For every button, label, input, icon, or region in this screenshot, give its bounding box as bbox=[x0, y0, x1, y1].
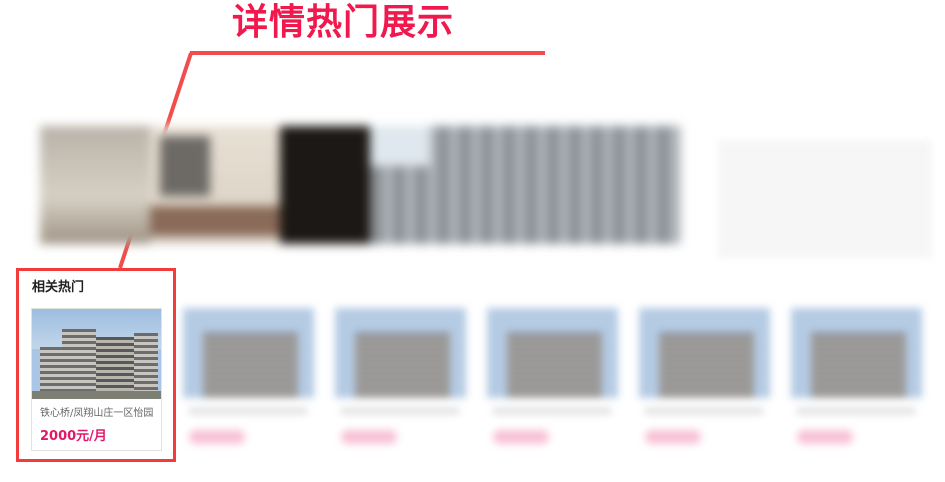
listing-address[interactable]: 铁心桥/凤翔山庄一区怡园 bbox=[40, 407, 158, 421]
hot-listing-card[interactable] bbox=[487, 308, 618, 451]
annotation-underline bbox=[190, 51, 545, 55]
hot-listing-card[interactable] bbox=[335, 308, 466, 451]
detail-side-panel bbox=[718, 140, 932, 258]
hot-listing-card[interactable] bbox=[791, 308, 922, 451]
detail-image-gallery bbox=[40, 126, 680, 244]
hot-listing-card[interactable]: 铁心桥/凤翔山庄一区怡园 2000元/月 bbox=[31, 308, 162, 451]
hot-listing-card[interactable] bbox=[183, 308, 314, 451]
hot-listing-card[interactable] bbox=[639, 308, 770, 451]
listing-price: 2000元/月 bbox=[40, 429, 107, 444]
listing-photo[interactable] bbox=[32, 309, 161, 399]
gallery-photo bbox=[40, 126, 150, 244]
section-title: 相关热门 bbox=[32, 280, 85, 295]
gallery-photo bbox=[280, 126, 370, 244]
gallery-photo bbox=[150, 126, 280, 244]
gallery-photo bbox=[370, 126, 680, 244]
annotation-headline: 详情热门展示 bbox=[232, 2, 455, 43]
